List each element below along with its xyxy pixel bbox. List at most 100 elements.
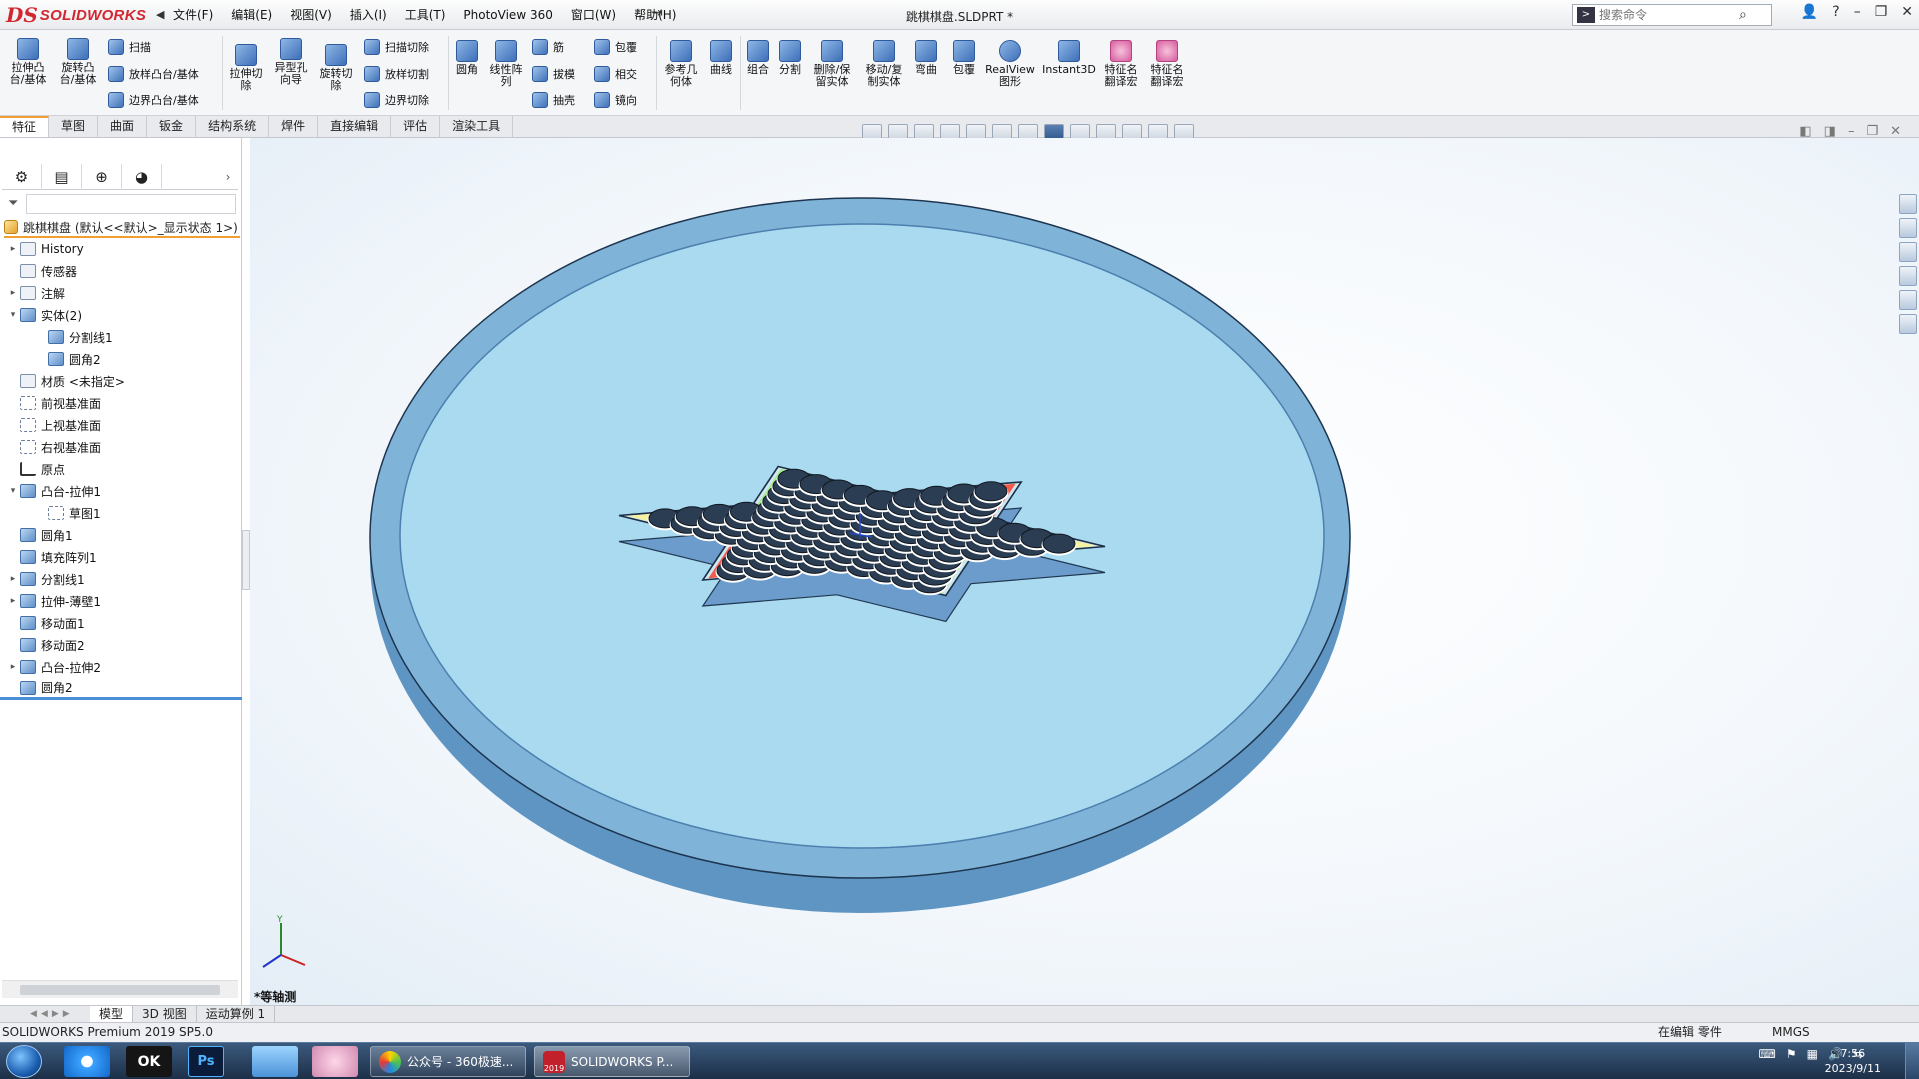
curves-button[interactable]: 曲线 xyxy=(706,40,736,76)
combine-button[interactable]: 组合 xyxy=(744,40,772,76)
flag-icon[interactable]: ▦ xyxy=(1807,1047,1818,1061)
feature-tree-item[interactable]: 移动面1 xyxy=(0,612,242,634)
tool-app-icon[interactable] xyxy=(312,1046,358,1077)
loft-cut-button[interactable]: 放样切割 xyxy=(364,66,429,82)
split-button[interactable]: 分割 xyxy=(776,40,804,76)
configuration-tab-icon[interactable]: ⊕ xyxy=(82,164,122,190)
home-icon[interactable] xyxy=(1899,194,1917,214)
user-icon[interactable]: 👤 xyxy=(1801,4,1818,20)
feature-tree-item[interactable]: ▸ 拉伸-薄壁1 xyxy=(0,590,242,612)
collapse-left-icon[interactable]: ◧ xyxy=(1799,124,1811,139)
tab-direct-editing[interactable]: 直接编辑 xyxy=(318,116,392,137)
menu-window[interactable]: 窗口(W) xyxy=(562,0,625,30)
feature-tree-item[interactable]: 移动面2 xyxy=(0,634,242,656)
view-palette-icon[interactable] xyxy=(1899,266,1917,286)
photoshop-icon[interactable]: Ps xyxy=(188,1046,224,1077)
draft-button[interactable]: 拔模 xyxy=(532,66,575,82)
feature-tree-item[interactable]: 圆角2 xyxy=(0,348,242,370)
revolve-cut-button[interactable]: 旋转切除 xyxy=(316,44,356,92)
tab-structure-system[interactable]: 结构系统 xyxy=(196,116,270,137)
feature-tree-item[interactable]: ▾ 实体(2) xyxy=(0,304,242,326)
tree-filter-input[interactable] xyxy=(26,194,236,214)
tab-render-tools[interactable]: 渲染工具 xyxy=(440,116,514,137)
part-root[interactable]: 跳棋棋盘 (默认<<默认>_显示状态 1>) xyxy=(4,218,240,238)
tab-sketch[interactable]: 草图 xyxy=(49,116,99,137)
revolve-boss-button[interactable]: 旋转凸台/基体 xyxy=(58,38,98,86)
taskbar-browser-window[interactable]: 公众号 - 360极速... xyxy=(370,1046,526,1077)
viewport-close-icon[interactable]: ✕ xyxy=(1890,124,1901,139)
file-explorer-icon[interactable] xyxy=(1899,242,1917,262)
tab-3d-views[interactable]: 3D 视图 xyxy=(133,1005,197,1023)
feature-tree-item[interactable]: 上视基准面 xyxy=(0,414,242,436)
menu-insert[interactable]: 插入(I) xyxy=(341,0,396,30)
reference-geometry-button[interactable]: 参考几何体 xyxy=(660,40,702,88)
feature-tree-item[interactable]: 材质 <未指定> xyxy=(0,370,242,392)
chevron-right-icon[interactable]: › xyxy=(218,164,238,189)
feature-tree-item[interactable]: 右视基准面 xyxy=(0,436,242,458)
network-icon[interactable]: ⚑ xyxy=(1786,1047,1797,1061)
linear-pattern-button[interactable]: 线性阵列 xyxy=(486,40,526,88)
taskbar-solidworks-window[interactable]: 2019 SOLIDWORKS P... xyxy=(534,1046,690,1077)
show-desktop-button[interactable] xyxy=(1905,1043,1919,1079)
feature-tree-item[interactable]: 前视基准面 xyxy=(0,392,242,414)
pin-icon[interactable]: ⇥ xyxy=(652,6,663,21)
delete-keep-body-button[interactable]: 删除/保留实体 xyxy=(810,40,854,88)
feature-tree-item[interactable]: ▾ 凸台-拉伸1 xyxy=(0,480,242,502)
hole-wizard-button[interactable]: 异型孔向导 xyxy=(270,38,312,86)
panel-splitter[interactable] xyxy=(242,530,250,590)
collapse-right-icon[interactable]: ◨ xyxy=(1824,124,1836,139)
feature-tree-item[interactable]: ▸ 分割线1 xyxy=(0,568,242,590)
viewport-restore-icon[interactable]: ❐ xyxy=(1866,124,1878,139)
menu-view[interactable]: 视图(V) xyxy=(281,0,341,30)
feature-tree-item[interactable]: ▸ 注解 xyxy=(0,282,242,304)
translate-macro-button-1[interactable]: 特征名翻译宏 xyxy=(1100,40,1142,88)
graphics-area[interactable] xyxy=(250,138,1919,1005)
expand-arrow-icon[interactable]: ▾ xyxy=(6,486,20,496)
search-box[interactable]: > ⌕ xyxy=(1572,4,1772,26)
clock[interactable]: 7:56 2023/9/11 xyxy=(1825,1046,1881,1076)
mirror-button[interactable]: 镜向 xyxy=(594,92,637,108)
help-icon[interactable]: ? xyxy=(1832,4,1839,20)
translate-macro-button-2[interactable]: 特征名翻译宏 xyxy=(1146,40,1188,88)
scrollbar-thumb[interactable] xyxy=(20,985,220,995)
cloud-app-icon[interactable] xyxy=(64,1046,110,1077)
rib-button[interactable]: 筋 xyxy=(532,39,564,55)
menu-tools[interactable]: 工具(T) xyxy=(396,0,455,30)
feature-tree-item[interactable]: 原点 xyxy=(0,458,242,480)
feature-tree-item[interactable]: 圆角1 xyxy=(0,524,242,546)
custom-properties-icon[interactable] xyxy=(1899,314,1917,334)
restore-icon[interactable]: ❐ xyxy=(1875,4,1888,20)
flex-button[interactable]: 弯曲 xyxy=(912,40,940,76)
tab-nav-arrows[interactable]: ◀◀▶▶ xyxy=(0,1006,90,1023)
tab-weldments[interactable]: 焊件 xyxy=(269,116,319,137)
move-copy-body-button[interactable]: 移动/复制实体 xyxy=(862,40,906,88)
feature-tree-item[interactable]: 圆角2 xyxy=(0,678,242,700)
display-manager-tab-icon[interactable]: ◕ xyxy=(122,164,162,190)
tree-horizontal-scrollbar[interactable] xyxy=(2,980,238,998)
tab-sheet-metal[interactable]: 钣金 xyxy=(147,116,197,137)
feature-tree-item[interactable]: ▸ History xyxy=(0,238,242,260)
design-library-icon[interactable] xyxy=(1899,218,1917,238)
expand-arrow-icon[interactable]: ▸ xyxy=(6,574,20,584)
property-manager-tab-icon[interactable]: ▤ xyxy=(42,164,82,190)
expand-arrow-icon[interactable]: ▾ xyxy=(6,310,20,320)
search-icon[interactable]: ⌕ xyxy=(1739,7,1747,23)
extrude-boss-button[interactable]: 拉伸凸台/基体 xyxy=(8,38,48,86)
sweep-button[interactable]: 扫描 xyxy=(108,39,151,55)
filter-icon[interactable]: ⏷ xyxy=(8,196,18,211)
close-icon[interactable]: ✕ xyxy=(1901,4,1913,20)
minimize-icon[interactable]: – xyxy=(1854,4,1861,20)
tab-model[interactable]: 模型 xyxy=(90,1005,134,1023)
boundary-button[interactable]: 边界凸台/基体 xyxy=(108,92,199,108)
expand-arrow-icon[interactable]: ▸ xyxy=(6,596,20,606)
feature-tree-item[interactable]: 填充阵列1 xyxy=(0,546,242,568)
tab-motion-study[interactable]: 运动算例 1 xyxy=(197,1005,276,1023)
image-app-icon[interactable] xyxy=(252,1046,298,1077)
intersect-button[interactable]: 相交 xyxy=(594,66,637,82)
expand-arrow-icon[interactable]: ▸ xyxy=(6,244,20,254)
search-input[interactable] xyxy=(1599,8,1739,22)
tab-surfaces[interactable]: 曲面 xyxy=(98,116,148,137)
menu-edit[interactable]: 编辑(E) xyxy=(222,0,281,30)
tab-features[interactable]: 特征 xyxy=(0,116,50,137)
menu-file[interactable]: 文件(F) xyxy=(164,0,222,30)
